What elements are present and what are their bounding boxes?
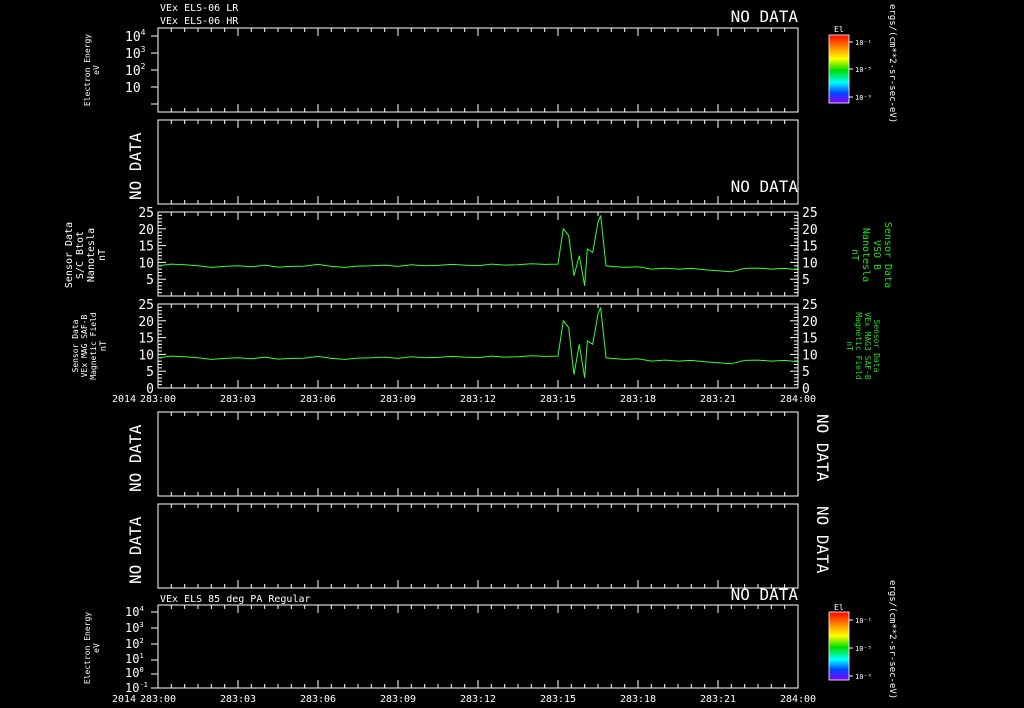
y-tick-label-right: 20: [802, 223, 818, 238]
x-tick-label: 283:21: [700, 394, 736, 405]
panel-7-title: VEx ELS 85 deg PA Regular: [160, 594, 311, 605]
y-tick-label-right: 25: [802, 206, 818, 221]
x-tick-label: 284:00: [780, 394, 816, 405]
panel-1-colorbar-label: El: [834, 25, 844, 34]
y-tick-label: 15: [138, 240, 154, 255]
panel-4-ylabel-right-line: VEx MAG3 SAF-B: [863, 312, 872, 380]
panel-4-ylabel-line: nT: [99, 340, 109, 351]
panel-6-no-data: NO DATA: [126, 516, 145, 584]
year-label: 2014: [112, 394, 136, 405]
panel-7-colorbar-tick: 10⁻¹: [855, 617, 872, 625]
panel-7-colorbar-label: El: [834, 603, 844, 612]
y-tick-label-right: 5: [802, 365, 810, 380]
panel-1-ytick-label: 10: [125, 81, 141, 96]
y-tick-label: 10: [138, 348, 154, 363]
x-tick-label: 283:06: [300, 394, 336, 405]
panel-7-colorbar-units: ergs/(cm**2-sr-sec-eV): [887, 580, 897, 699]
panel-1-ylabel-line-1: Electron Energy: [83, 34, 92, 106]
x-tick-label: 283:09: [380, 394, 416, 405]
x-tick-labels: 283:00 283:03 283:06 283:09 283:12 283:15 283:…: [140, 394, 816, 405]
panel-1-no-data: NO DATA: [731, 7, 799, 26]
x-tick-label: 284:00: [780, 694, 816, 705]
year-label-bottom: 2014: [112, 694, 136, 705]
panel-3-ylabel-line: S/C Btot: [75, 231, 86, 279]
y-tick-label-right: 10: [802, 348, 818, 363]
y-tick-label: 5: [146, 365, 154, 380]
x-tick-label: 283:15: [540, 694, 576, 705]
y-tick-label: 15: [138, 332, 154, 347]
panel-1-colorbar: [828, 34, 850, 104]
y-tick-label: 10: [138, 256, 154, 271]
panel-6-no-data-right: NO DATA: [813, 506, 832, 574]
panel-5-no-data: NO DATA: [126, 424, 145, 492]
panel-1-colorbar-units: ergs/(cm**2-sr-sec-eV): [887, 4, 897, 123]
x-tick-label: 283:00: [140, 694, 176, 705]
x-tick-label: 283:12: [460, 394, 496, 405]
panel-2-no-data-right: NO DATA: [731, 177, 799, 196]
y-tick-label-right: 20: [802, 315, 818, 330]
y-tick-label: 25: [138, 206, 154, 221]
panel-3-ylabel-right-line: VSO B: [871, 240, 882, 270]
panel-4-ylabel-line: Sensor Data: [71, 319, 80, 372]
panel-4-ylabel-right-line: Sensor Data: [872, 320, 881, 373]
x-tick-label: 283:21: [700, 694, 736, 705]
panel-7-colorbar-tick: 10⁻⁵: [855, 645, 872, 653]
x-tick-label: 283:12: [460, 694, 496, 705]
panel-1-colorbar-tick: 10⁻⁹: [855, 94, 872, 102]
panel-7-colorbar: [828, 611, 850, 681]
panel-3-ylabel-line: nT: [97, 249, 108, 261]
x-tick-label: 283:03: [220, 694, 256, 705]
y-tick-label-right: 15: [802, 332, 818, 347]
x-tick-label: 283:15: [540, 394, 576, 405]
panel-7-ylabel-line-2: eV: [92, 643, 101, 653]
panel-5-no-data-right: NO DATA: [813, 414, 832, 482]
y-tick-label-right: 15: [802, 240, 818, 255]
x-tick-label: 283:09: [380, 694, 416, 705]
x-tick-label: 283:06: [300, 694, 336, 705]
panel-3-ylabel-right-line: Nanotesla: [860, 228, 871, 282]
x-tick-label: 283:03: [220, 394, 256, 405]
panel-3-ylabel-right-line: Sensor Data: [882, 222, 893, 288]
panel-4-ylabel-line: VEx MAG SAF-B: [80, 315, 89, 378]
panel-1-ylabel-line-2: eV: [92, 65, 101, 75]
panel-1-title-hr: VEx ELS-06 HR: [160, 16, 239, 27]
panel-2-no-data: NO DATA: [126, 132, 145, 200]
panel-3-ylabel-line: Sensor Data: [64, 222, 75, 288]
panel-1-title-lr: VEx ELS-06 LR: [160, 3, 239, 14]
x-tick-label: 283:00: [140, 394, 176, 405]
panel-4-ylabel-line: Magnetic Field: [89, 312, 98, 380]
panel-7-ylabel-line-1: Electron Energy: [83, 612, 92, 684]
x-tick-label: 283:18: [620, 394, 656, 405]
panel-4-ylabel-right-line: nT: [845, 341, 854, 351]
panel-3-ylabel-right-line: nT: [849, 249, 860, 261]
y-tick-label: 25: [138, 298, 154, 313]
y-tick-label-right: 5: [802, 273, 810, 288]
panel-4-ylabel-right-line: Magnetic Field: [854, 312, 863, 380]
y-tick-label: 5: [146, 273, 154, 288]
panel-3-ylabel-line: Nanotesla: [86, 228, 97, 282]
x-tick-labels-bottom: 283:00 283:03 283:06 283:09 283:12 283:15 283:…: [140, 694, 816, 705]
y-tick-label-right: 25: [802, 298, 818, 313]
panel-1-colorbar-tick: 10⁻⁵: [855, 66, 872, 74]
x-tick-label: 283:18: [620, 694, 656, 705]
panel-7-no-data: NO DATA: [731, 585, 799, 604]
y-tick-label-right: 10: [802, 256, 818, 271]
y-tick-label: 20: [138, 315, 154, 330]
y-tick-label: 20: [138, 223, 154, 238]
panel-1-colorbar-tick: 10⁻¹: [855, 39, 872, 47]
plot-canvas: VEx ELS-06 LR VEx ELS-06 HR NO DATA Elec…: [0, 0, 1024, 708]
panel-7-colorbar-tick: 10⁻⁹: [855, 673, 872, 681]
